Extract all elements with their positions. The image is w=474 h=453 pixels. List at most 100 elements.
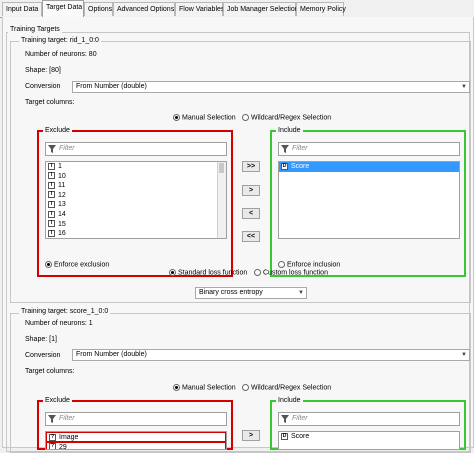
radio-unselected-icon xyxy=(254,269,261,276)
target1-include-list[interactable]: D Score xyxy=(278,161,460,239)
integer-type-icon: I xyxy=(48,162,55,170)
list-item-label: 1 xyxy=(58,163,62,170)
target1-manual-selection-radio[interactable]: Manual Selection xyxy=(173,114,236,121)
list-item[interactable]: ? 29 xyxy=(46,441,226,449)
target1-conversion-value: From Number (double) xyxy=(76,83,147,90)
target2-exclude-title: Exclude xyxy=(43,397,72,404)
list-item[interactable]: I1 xyxy=(46,162,226,172)
chevron-down-icon: ▼ xyxy=(461,84,467,90)
list-item[interactable]: I 11 xyxy=(46,181,226,191)
list-item[interactable]: D Score xyxy=(279,432,459,442)
standard-loss-radio[interactable]: Standard loss function xyxy=(169,269,247,276)
target1-include-box: Include Filter D Score Enforce inclusion xyxy=(270,127,466,277)
list-item-label: 15 xyxy=(58,220,66,228)
target1-exclude-filter[interactable]: Filter xyxy=(45,142,227,156)
add-all-button[interactable]: >> xyxy=(242,161,260,172)
target1-include-filter[interactable]: Filter xyxy=(278,142,460,156)
list-item-label: Score xyxy=(291,163,310,170)
radio-selected-icon xyxy=(45,261,52,268)
target1-wildcard-radio[interactable]: Wildcard/Regex Selection xyxy=(242,114,331,121)
target1-include-filter-placeholder: Filter xyxy=(292,145,308,152)
radio-unselected-icon xyxy=(242,384,249,391)
remove-button[interactable]: < xyxy=(242,208,260,219)
target2-add-all-button[interactable]: > xyxy=(242,430,260,441)
target2-include-box: Include Filter D Score xyxy=(270,397,466,450)
tab-target-data[interactable]: Target Data xyxy=(42,0,84,18)
loss-function-value: Binary cross entropy xyxy=(199,289,263,296)
target2-shape: Shape: [1] xyxy=(25,336,57,343)
tab-bar: Input Data Target Data Options Advanced … xyxy=(0,0,474,18)
target1-target-columns-label: Target columns: xyxy=(25,99,75,106)
add-button[interactable]: > xyxy=(242,185,260,196)
radio-selected-icon xyxy=(173,114,180,121)
unknown-type-icon: ? xyxy=(49,433,56,441)
target1-exclude-filter-placeholder: Filter xyxy=(59,145,75,152)
integer-type-icon: I xyxy=(48,201,55,209)
loss-function-select[interactable]: Binary cross entropy ▼ xyxy=(195,287,307,299)
target1-enforce-inclusion-radio[interactable]: Enforce inclusion xyxy=(278,261,340,268)
target2-conversion-select[interactable]: From Number (double) ▼ xyxy=(72,349,470,361)
tab-advanced-options[interactable]: Advanced Options xyxy=(113,2,175,16)
list-item-label: 10 xyxy=(58,172,66,180)
target2-include-filter-placeholder: Filter xyxy=(292,415,308,422)
target2-target-columns-label: Target columns: xyxy=(25,368,75,375)
target1-enforce-exclusion-label: Enforce exclusion xyxy=(54,261,110,269)
standard-loss-label: Standard loss function xyxy=(178,269,248,277)
list-item[interactable]: I 13 xyxy=(46,200,226,210)
target2-neurons: Number of neurons: 1 xyxy=(25,320,93,327)
list-item-label: 16 xyxy=(58,230,66,238)
list-item[interactable]: I 12 xyxy=(46,191,226,201)
target2-manual-selection-label: Manual Selection xyxy=(182,384,236,392)
target1-include-title: Include xyxy=(276,127,303,134)
training-targets-title: Training Targets xyxy=(8,26,62,33)
list-item[interactable]: I 14 xyxy=(46,210,226,220)
double-type-icon: D xyxy=(281,162,288,170)
target2-exclude-list[interactable]: ? Image ? 29 xyxy=(45,431,227,450)
target1-shape: Shape: [80] xyxy=(25,67,61,74)
target2-wildcard-radio[interactable]: Wildcard/Regex Selection xyxy=(242,384,331,391)
integer-type-icon: I xyxy=(48,229,55,237)
custom-loss-radio[interactable]: Custom loss function xyxy=(254,269,328,276)
list-item[interactable]: ? Image xyxy=(46,432,226,442)
scrollbar[interactable] xyxy=(217,162,226,238)
list-item[interactable]: D Score xyxy=(279,162,459,172)
list-item-label: Score xyxy=(291,433,310,440)
target1-neurons: Number of neurons: 80 xyxy=(25,51,97,58)
target1-conversion-select[interactable]: From Number (double) ▼ xyxy=(72,81,470,93)
list-item[interactable]: I 15 xyxy=(46,220,226,230)
target2-exclude-filter[interactable]: Filter xyxy=(45,412,227,426)
list-item-label: 13 xyxy=(58,201,66,209)
target1-exclude-list[interactable]: I1 I 10 I 11 I 12 I 13 I 14 I 15 I 16 xyxy=(45,161,227,239)
target2-manual-selection-radio[interactable]: Manual Selection xyxy=(173,384,236,391)
list-item[interactable]: I 10 xyxy=(46,172,226,182)
double-type-icon: D xyxy=(281,432,288,440)
target2-wildcard-label: Wildcard/Regex Selection xyxy=(251,384,332,392)
target2-exclude-filter-placeholder: Filter xyxy=(59,415,75,422)
scrollbar-thumb[interactable] xyxy=(219,163,224,173)
tab-job-manager-selection[interactable]: Job Manager Selection xyxy=(223,2,299,16)
target2-conversion-label: Conversion xyxy=(25,352,61,359)
filter-icon xyxy=(281,415,289,423)
tab-flow-variables[interactable]: Flow Variables xyxy=(175,2,224,16)
chevron-down-icon: ▼ xyxy=(298,290,304,296)
target1-exclude-box: Exclude Filter I1 I 10 I 11 I 12 I 13 I 14 I1… xyxy=(37,127,233,277)
list-item[interactable]: I 16 xyxy=(46,229,226,238)
radio-unselected-icon xyxy=(242,114,249,121)
remove-all-button[interactable]: << xyxy=(242,231,260,242)
target1-enforce-exclusion-radio[interactable]: Enforce exclusion xyxy=(45,261,109,268)
integer-type-icon: I xyxy=(48,172,55,180)
tab-input-data[interactable]: Input Data xyxy=(2,2,42,16)
target2-include-list[interactable]: D Score xyxy=(278,431,460,450)
target-data-panel: Training Targets Training target: rid_1_… xyxy=(2,17,474,453)
filter-icon xyxy=(48,145,56,153)
integer-type-icon: I xyxy=(48,220,55,228)
target2-include-filter[interactable]: Filter xyxy=(278,412,460,426)
radio-selected-icon xyxy=(169,269,176,276)
target2-title: Training target: score_1_0:0 xyxy=(19,308,111,315)
radio-unselected-icon xyxy=(278,261,285,268)
target1-title: Training target: rid_1_0:0 xyxy=(19,37,101,44)
target2-include-title: Include xyxy=(276,397,303,404)
tab-options[interactable]: Options xyxy=(84,2,113,16)
tab-memory-policy[interactable]: Memory Policy xyxy=(296,2,346,16)
integer-type-icon: I xyxy=(48,181,55,189)
